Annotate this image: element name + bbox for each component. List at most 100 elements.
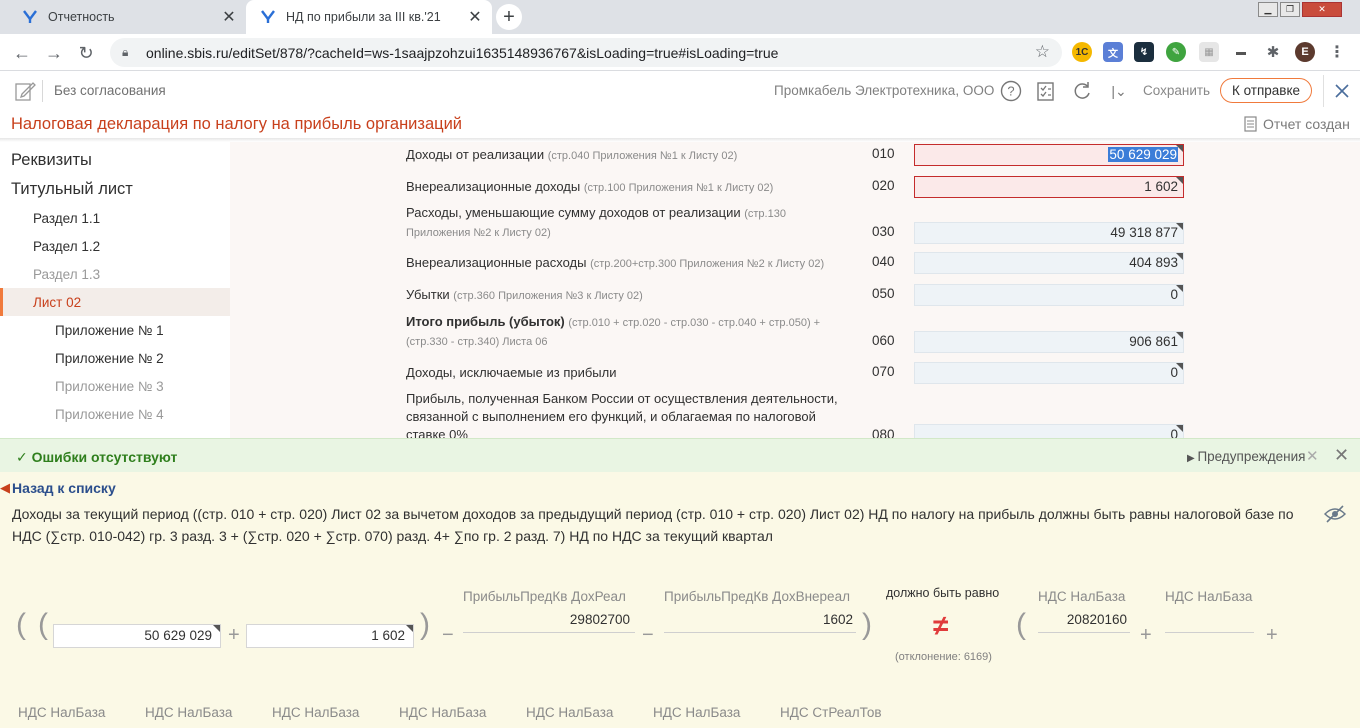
row-code: 010 [872, 146, 895, 161]
sidebar-item-section-1-3[interactable]: Раздел 1.3 [0, 260, 230, 288]
value-input[interactable]: 0 [914, 362, 1184, 384]
value-input[interactable]: 50 629 029 [914, 144, 1184, 166]
close-paren: ) [420, 608, 430, 641]
close-panel-icon[interactable]: ✕ [1334, 445, 1349, 466]
browser-tab-bar: Отчетность ✕ НД по прибыли за III кв.'21… [0, 0, 1360, 34]
sidebar-item-title-page[interactable]: Титульный лист [0, 175, 230, 203]
reload-icon[interactable]: ↻ [74, 41, 98, 65]
row-label: Внереализационные расходы (стр.200+стр.3… [406, 255, 825, 270]
open-paren: ( [16, 608, 26, 641]
sidebar-item-sheet-02[interactable]: Лист 02 [0, 288, 230, 316]
label-nds: НДС НалБаза [1038, 589, 1126, 604]
url-text: online.sbis.ru/editSet/878/?cacheId=ws-1… [146, 44, 779, 61]
close-window-icon[interactable]: ✕ [1302, 2, 1342, 17]
minimize-window-icon[interactable]: ▁ [1258, 2, 1278, 17]
report-status-text: Отчет создан [1263, 116, 1350, 132]
plus-sign: + [228, 624, 240, 646]
send-button[interactable]: К отправке [1220, 78, 1312, 103]
app-header: Без согласования Промкабель Электротехни… [0, 72, 1360, 110]
value-input[interactable]: 404 893 [914, 252, 1184, 274]
form-area: Доходы от реализации (стр.040 Приложения… [230, 142, 1360, 438]
row-code: 060 [872, 333, 895, 348]
sidebar-item-appendix-4[interactable]: Приложение № 4 [0, 400, 230, 428]
extension-icon[interactable]: ↯ [1134, 42, 1154, 62]
extension-icon[interactable]: ▬ [1231, 42, 1251, 62]
plus-sign: + [1266, 624, 1278, 646]
translate-extension-icon[interactable]: 文 [1103, 42, 1123, 62]
minus-sign: − [642, 624, 654, 646]
row-code: 030 [872, 224, 895, 239]
profile-avatar[interactable]: E [1295, 42, 1315, 62]
value-input[interactable]: 49 318 877 [914, 222, 1184, 244]
bookmark-star-icon[interactable]: ☆ [1035, 42, 1050, 62]
row-code: 050 [872, 286, 895, 301]
page-title: Налоговая декларация по налогу на прибыл… [11, 115, 463, 133]
value-underline [1165, 632, 1254, 633]
browser-toolbar: ← → ↻ 🔒︎ online.sbis.ru/editSet/878/?cac… [0, 34, 1360, 71]
edit-document-icon[interactable] [14, 80, 36, 102]
sidebar: Реквизиты Титульный лист Раздел 1.1 Разд… [0, 142, 230, 438]
sidebar-item-section-1-1[interactable]: Раздел 1.1 [0, 204, 230, 232]
save-button[interactable]: Сохранить [1143, 83, 1210, 98]
checklist-icon[interactable] [1034, 79, 1058, 103]
must-equal-text: должно быть равно [886, 586, 1000, 600]
check-description: Доходы за текущий период ((стр. 010 + ст… [12, 506, 1294, 544]
help-icon[interactable]: ? [999, 79, 1023, 103]
formula-input-020[interactable]: 1 602 [246, 624, 414, 648]
caret-right-icon: ▶ [1187, 453, 1198, 464]
label-nds: НДС НалБаза [653, 705, 741, 720]
row-label: Доходы, исключаемые из прибыли [406, 365, 617, 380]
row-label: Внереализационные доходы (стр.100 Прилож… [406, 179, 774, 194]
refresh-icon[interactable] [1070, 79, 1094, 103]
validation-panel: ✓ Ошибки отсутствуют ▶ Предупреждения ✕ … [0, 438, 1360, 728]
restore-window-icon[interactable]: ❐ [1280, 2, 1300, 17]
value-input[interactable]: 0 [914, 284, 1184, 306]
label-nds-sales: НДС СтРеалТов [780, 705, 882, 720]
new-tab-button[interactable]: + [496, 4, 522, 30]
forward-arrow-icon[interactable]: → [42, 41, 66, 65]
sbis-logo-icon [260, 9, 276, 25]
report-status[interactable]: Отчет создан [1244, 116, 1350, 132]
browser-menu-icon[interactable]: ⋮ [1327, 42, 1347, 62]
sidebar-item-appendix-2[interactable]: Приложение № 2 [0, 344, 230, 372]
close-warnings-icon[interactable]: ✕ [1306, 447, 1319, 465]
sidebar-item-appendix-3[interactable]: Приложение № 3 [0, 372, 230, 400]
deviation-text: (отклонение: 6169) [895, 651, 992, 663]
row-code: 080 [872, 427, 895, 438]
value-prev-vnereal: 1602 [822, 612, 853, 627]
close-tab-icon[interactable]: ✕ [464, 7, 486, 27]
puzzle-extensions-icon[interactable]: ✱ [1263, 42, 1283, 62]
warnings-toggle[interactable]: ▶ Предупреждения [1187, 449, 1305, 464]
extension-icon[interactable]: ✎ [1166, 42, 1186, 62]
approval-route[interactable]: Без согласования [54, 83, 166, 98]
sidebar-item-requisites[interactable]: Реквизиты [0, 146, 230, 174]
hide-check-icon[interactable] [1323, 504, 1347, 524]
sidebar-item-section-1-2[interactable]: Раздел 1.2 [0, 232, 230, 260]
formula-input-010[interactable]: 50 629 029 [53, 624, 221, 648]
divider [42, 80, 43, 102]
label-prev-real: ПрибыльПредКв ДохРеал [463, 589, 626, 604]
check-icon: ✓ [16, 449, 32, 465]
organization-name[interactable]: Промкабель Электротехника, ООО [774, 83, 994, 98]
extension-1c-icon[interactable]: 1С [1072, 42, 1092, 62]
validation-header: ✓ Ошибки отсутствуют ▶ Предупреждения ✕ … [0, 438, 1360, 472]
row-code: 040 [872, 254, 895, 269]
back-arrow-icon: ◀ [0, 480, 10, 495]
value-input[interactable]: 1 602 [914, 176, 1184, 198]
label-nds: НДС НалБаза [145, 705, 233, 720]
extension-icon[interactable]: ▦ [1199, 42, 1219, 62]
value-input[interactable]: 0 [914, 424, 1184, 438]
value-input[interactable]: 906 861 [914, 331, 1184, 353]
back-arrow-icon[interactable]: ← [10, 41, 34, 65]
row-label: Итого прибыль (убыток) (стр.010 + стр.02… [406, 314, 821, 348]
row-code: 070 [872, 364, 895, 379]
close-icon[interactable] [1323, 75, 1360, 107]
label-prev-vnereal: ПрибыльПредКв ДохВнереал [664, 589, 850, 604]
address-bar[interactable]: 🔒︎ online.sbis.ru/editSet/878/?cacheId=w… [110, 38, 1062, 67]
chevron-down-icon[interactable]: |⌄ [1104, 79, 1134, 103]
browser-tab-active[interactable]: НД по прибыли за III кв.'21 ✕ [246, 0, 492, 34]
close-tab-icon[interactable]: ✕ [218, 7, 240, 27]
back-to-list-link[interactable]: ◀ Назад к списку [0, 480, 116, 496]
browser-tab[interactable]: Отчетность ✕ [8, 0, 246, 34]
sidebar-item-appendix-1[interactable]: Приложение № 1 [0, 316, 230, 344]
